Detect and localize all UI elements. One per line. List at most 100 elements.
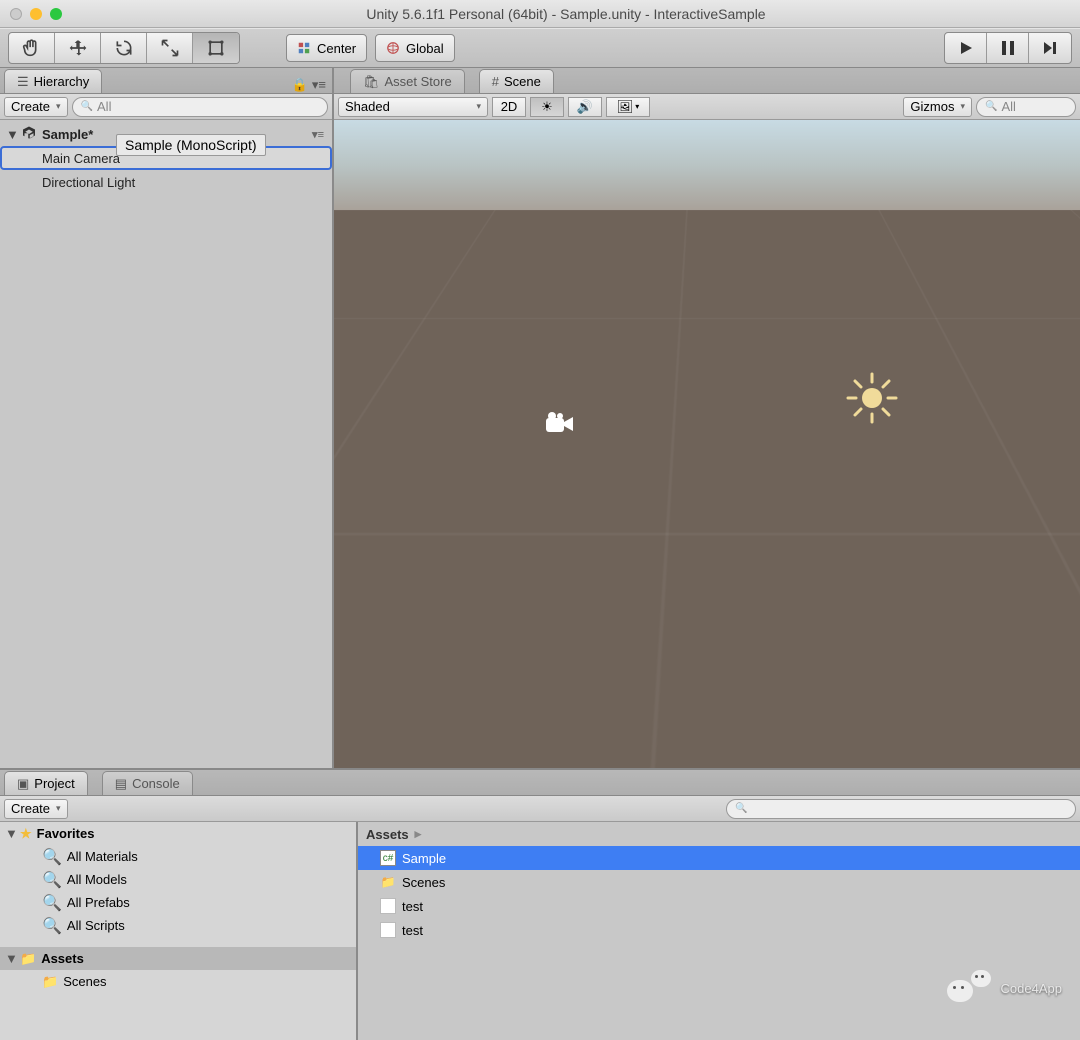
mode-2d-toggle[interactable]: 2D — [492, 97, 526, 117]
minimize-window-button[interactable] — [30, 8, 42, 20]
search-icon: 🔍 — [42, 847, 62, 867]
file-icon — [380, 898, 396, 914]
expand-arrow-icon[interactable]: ▼ — [6, 127, 16, 142]
transform-tool-group — [8, 32, 240, 64]
window-titlebar: Unity 5.6.1f1 Personal (64bit) - Sample.… — [0, 0, 1080, 28]
viewport-ground — [334, 210, 1080, 768]
wechat-icon — [947, 970, 991, 1006]
directional-light-gizmo[interactable] — [844, 370, 900, 426]
traffic-lights — [10, 8, 62, 20]
close-window-button[interactable] — [10, 8, 22, 20]
folder-icon: 📁 — [20, 951, 36, 967]
hierarchy-search-input[interactable]: All — [72, 97, 328, 117]
assets-root[interactable]: ▼ 📁 Assets — [0, 947, 356, 970]
maximize-window-button[interactable] — [50, 8, 62, 20]
asset-sample-script[interactable]: c# Sample — [358, 846, 1080, 870]
asset-scenes-folder[interactable]: 📁 Scenes — [358, 870, 1080, 894]
favorite-all-materials[interactable]: 🔍All Materials — [0, 845, 356, 868]
expand-arrow-icon[interactable]: ▼ — [5, 826, 15, 841]
hierarchy-tree: ▼ Sample* ▾≡ Sample (MonoScript) Main Ca… — [0, 120, 332, 768]
pause-button[interactable] — [987, 33, 1029, 63]
folder-icon: ▣ — [17, 776, 29, 792]
scale-tool-button[interactable] — [147, 33, 193, 63]
grid-icon: # — [492, 74, 499, 89]
globe-icon — [386, 41, 400, 55]
speaker-icon: 🔊 — [577, 99, 593, 115]
chevron-right-icon: ▸ — [415, 826, 422, 842]
panel-menu-icon[interactable]: ▾≡ — [312, 77, 326, 93]
play-controls — [944, 32, 1072, 64]
scene-toolbar: Shaded 2D ☀ 🔊 🖼▾ Gizmos All — [334, 94, 1080, 120]
gizmos-dropdown[interactable]: Gizmos — [903, 97, 972, 117]
console-icon: ▤ — [115, 776, 127, 792]
play-button[interactable] — [945, 33, 987, 63]
hierarchy-item-directional-light[interactable]: Directional Light — [0, 170, 332, 194]
window-title: Unity 5.6.1f1 Personal (64bit) - Sample.… — [62, 6, 1070, 22]
scene-search-input[interactable]: All — [976, 97, 1076, 117]
asset-test-1[interactable]: test — [358, 894, 1080, 918]
project-search-input[interactable] — [726, 799, 1076, 819]
effects-dropdown[interactable]: 🖼▾ — [606, 97, 650, 117]
scene-viewport[interactable] — [334, 120, 1080, 768]
audio-toggle[interactable]: 🔊 — [568, 97, 602, 117]
project-breadcrumb[interactable]: Assets ▸ — [358, 822, 1080, 846]
expand-arrow-icon[interactable]: ▼ — [5, 951, 15, 966]
hierarchy-tab-label: Hierarchy — [34, 74, 90, 89]
project-subbar: Create — [0, 796, 1080, 822]
folder-icon: 📁 — [380, 874, 396, 890]
star-icon: ★ — [20, 826, 32, 842]
pause-icon — [1001, 40, 1015, 56]
search-icon: 🔍 — [42, 893, 62, 913]
folder-scenes[interactable]: 📁 Scenes — [0, 970, 356, 993]
scene-menu-icon[interactable]: ▾≡ — [312, 128, 332, 141]
lock-icon[interactable]: 🔒 — [292, 77, 308, 93]
folder-icon: 📁 — [42, 974, 58, 990]
project-body: ▼ ★ Favorites 🔍All Materials 🔍All Models… — [0, 822, 1080, 1040]
tab-hierarchy[interactable]: ☰ Hierarchy — [4, 69, 102, 93]
pivot-label: Center — [317, 41, 356, 56]
play-icon — [958, 40, 974, 56]
scene-name: Sample* — [42, 127, 93, 142]
project-asset-list: Assets ▸ c# Sample 📁 Scenes test test — [358, 822, 1080, 1040]
shading-mode-dropdown[interactable]: Shaded — [338, 97, 488, 117]
step-button[interactable] — [1029, 33, 1071, 63]
favorite-all-prefabs[interactable]: 🔍All Prefabs — [0, 891, 356, 914]
tab-asset-store[interactable]: 🛍 Asset Store — [350, 69, 465, 93]
camera-gizmo[interactable] — [546, 412, 576, 436]
viewport-sky — [334, 120, 1080, 210]
favorite-all-models[interactable]: 🔍All Models — [0, 868, 356, 891]
rotate-tool-button[interactable] — [101, 33, 147, 63]
space-label: Global — [406, 41, 444, 56]
lighting-toggle[interactable]: ☀ — [530, 97, 564, 117]
hand-icon — [21, 37, 43, 59]
tab-project[interactable]: ▣ Project — [4, 771, 88, 795]
image-icon: 🖼 — [617, 99, 634, 115]
favorite-all-scripts[interactable]: 🔍All Scripts — [0, 914, 356, 937]
tab-console[interactable]: ▤ Console — [102, 771, 193, 795]
pivot-mode-button[interactable]: Center — [286, 34, 367, 62]
center-icon — [297, 41, 311, 55]
hierarchy-create-dropdown[interactable]: Create — [4, 97, 68, 117]
top-toolbar: Center Global — [0, 28, 1080, 68]
space-mode-button[interactable]: Global — [375, 34, 455, 62]
rect-tool-button[interactable] — [193, 33, 239, 63]
hierarchy-panel: ☰ Hierarchy 🔒 ▾≡ Create All ▼ Sample* — [0, 68, 334, 768]
project-create-dropdown[interactable]: Create — [4, 799, 68, 819]
hierarchy-subbar: Create All — [0, 94, 332, 120]
project-folder-tree: ▼ ★ Favorites 🔍All Materials 🔍All Models… — [0, 822, 358, 1040]
scale-icon — [160, 38, 180, 58]
move-tool-button[interactable] — [55, 33, 101, 63]
asset-test-2[interactable]: test — [358, 918, 1080, 942]
bag-icon: 🛍 — [363, 74, 380, 90]
rect-icon — [206, 38, 226, 58]
search-icon: 🔍 — [42, 870, 62, 890]
hand-tool-button[interactable] — [9, 33, 55, 63]
file-icon — [380, 922, 396, 938]
csharp-icon: c# — [380, 850, 396, 866]
watermark: Code4App — [947, 970, 1062, 1006]
favorites-header[interactable]: ▼ ★ Favorites — [0, 822, 356, 845]
tab-scene[interactable]: # Scene — [479, 69, 554, 93]
hierarchy-tabrow: ☰ Hierarchy 🔒 ▾≡ — [0, 68, 332, 94]
project-panel: ▣ Project ▤ Console Create ▼ ★ Favorites… — [0, 768, 1080, 1040]
project-tabrow: ▣ Project ▤ Console — [0, 770, 1080, 796]
